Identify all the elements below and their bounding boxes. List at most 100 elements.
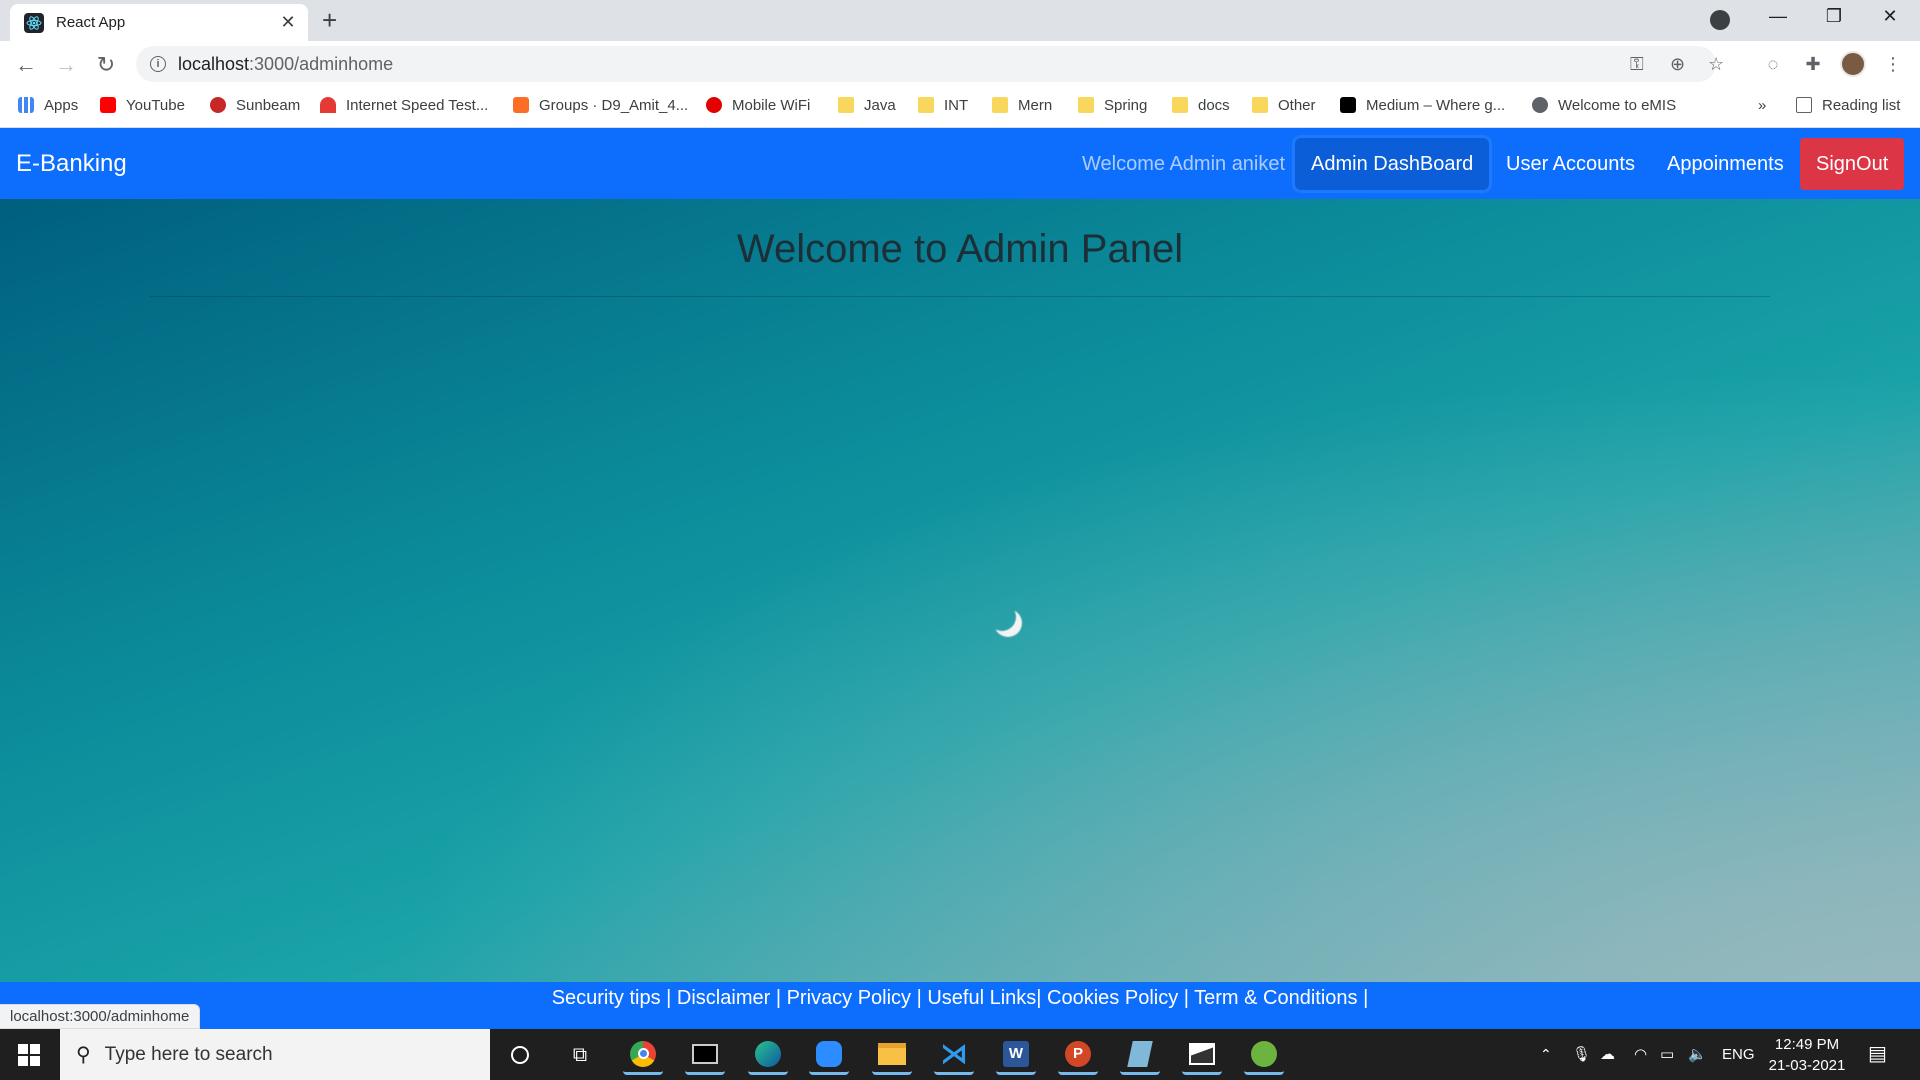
bookmark-label: YouTube xyxy=(126,96,185,114)
notepad-icon[interactable] xyxy=(1120,1035,1160,1075)
tab-title: React App xyxy=(56,14,126,31)
bookmark-label: Internet Speed Test... xyxy=(346,96,489,114)
browser-tab[interactable]: React App ✕ xyxy=(10,4,308,41)
tray-chevron-icon[interactable]: ⌃ xyxy=(1540,1029,1552,1080)
status-bar-url: localhost:3000/adminhome xyxy=(0,1004,201,1029)
close-window-button[interactable]: ✕ xyxy=(1870,6,1910,27)
back-button[interactable]: ← xyxy=(12,51,40,79)
nav-user-accounts[interactable]: User Accounts xyxy=(1490,138,1651,190)
profile-avatar[interactable] xyxy=(1840,51,1866,77)
photos-icon[interactable] xyxy=(1182,1035,1222,1075)
bookmark-folder-spring[interactable]: Spring xyxy=(1078,88,1147,122)
browser-toolbar: ← → ↻ i localhost:3000/adminhome ⚿ ⊕ ☆ ◌… xyxy=(0,41,1920,88)
onedrive-icon[interactable]: ☁ xyxy=(1600,1029,1615,1080)
bookmark-youtube[interactable]: YouTube xyxy=(100,88,185,122)
react-icon xyxy=(24,12,44,33)
file-explorer-icon[interactable] xyxy=(872,1035,912,1075)
bookmark-label: Mern xyxy=(1018,96,1053,114)
cortana-icon[interactable] xyxy=(500,1035,540,1075)
task-view-icon[interactable]: ⧉ xyxy=(560,1035,600,1075)
reload-button[interactable]: ↻ xyxy=(92,51,120,79)
volume-icon[interactable]: 🔈 xyxy=(1688,1029,1707,1080)
folder-icon xyxy=(918,97,934,113)
terminal-icon[interactable] xyxy=(685,1035,725,1075)
new-tab-button[interactable]: + xyxy=(322,7,337,33)
zoom-app-icon[interactable] xyxy=(809,1035,849,1075)
chrome-icon[interactable] xyxy=(623,1035,663,1075)
sunbeam-icon xyxy=(210,97,226,113)
vscode-icon[interactable]: ⋊ xyxy=(934,1035,974,1075)
bookmark-label: Groups · D9_Amit_4... xyxy=(539,96,689,114)
edge-icon[interactable] xyxy=(748,1035,788,1075)
folder-icon xyxy=(1172,97,1188,113)
folder-icon xyxy=(1078,97,1094,113)
bookmark-mobile-wifi[interactable]: Mobile WiFi xyxy=(706,88,810,122)
bookmark-folder-java[interactable]: Java xyxy=(838,88,896,122)
notifications-icon[interactable]: ▤ xyxy=(1868,1029,1887,1080)
apps-grid-icon xyxy=(18,97,34,113)
word-icon[interactable]: W xyxy=(996,1035,1036,1075)
battery-icon[interactable]: ▭ xyxy=(1660,1029,1674,1080)
microphone-icon[interactable]: 🎙 xyxy=(1572,1029,1591,1080)
more-bookmarks-button[interactable]: » xyxy=(1758,88,1766,122)
page-title: Welcome to Admin Panel xyxy=(736,227,1184,271)
close-tab-icon[interactable]: ✕ xyxy=(278,12,298,33)
minimize-button[interactable]: — xyxy=(1758,6,1798,27)
site-info-icon[interactable]: i xyxy=(150,56,166,72)
signout-button[interactable]: SignOut xyxy=(1800,138,1905,190)
bookmark-emis[interactable]: Welcome to eMIS xyxy=(1532,88,1676,122)
tab-search-icon[interactable] xyxy=(1710,10,1730,30)
bookmark-medium[interactable]: Medium – Where g... xyxy=(1340,88,1505,122)
bookmark-speedtest[interactable]: Internet Speed Test... xyxy=(320,88,488,122)
bookmark-label: INT xyxy=(944,96,969,114)
search-icon: ⚲ xyxy=(76,1044,91,1066)
extension-icon[interactable]: ◌ xyxy=(1760,51,1786,77)
app-footer: Security tips | Disclaimer | Privacy Pol… xyxy=(0,982,1920,1029)
address-bar[interactable]: i localhost:3000/adminhome ⚿ ⊕ ☆ xyxy=(136,46,1724,82)
bookmark-folder-mern[interactable]: Mern xyxy=(992,88,1052,122)
bookmark-label: Other xyxy=(1278,96,1316,114)
moon-decoration xyxy=(988,603,1016,631)
powerpoint-icon[interactable]: P xyxy=(1058,1035,1098,1075)
menu-kebab-icon[interactable]: ⋮ xyxy=(1880,51,1906,77)
puzzle-icon[interactable]: ✚ xyxy=(1800,51,1826,77)
footer-links[interactable]: Security tips | Disclaimer | Privacy Pol… xyxy=(0,982,1920,1014)
brand-logo[interactable]: E-Banking xyxy=(16,128,127,199)
bookmark-folder-other[interactable]: Other xyxy=(1252,88,1316,122)
zoom-icon[interactable]: ⊕ xyxy=(1670,54,1685,75)
taskbar-search-box[interactable]: ⚲ Type here to search xyxy=(60,1029,490,1080)
clock-date: 21-03-2021 xyxy=(1768,1057,1846,1074)
nav-admin-dashboard[interactable]: Admin DashBoard xyxy=(1295,138,1490,190)
nav-appointments[interactable]: Appoinments xyxy=(1651,138,1800,190)
forward-button[interactable]: → xyxy=(52,51,80,79)
browser-tab-strip: React App ✕ + — ❐ ✕ xyxy=(0,0,1920,41)
clock-time: 12:49 PM xyxy=(1774,1036,1840,1053)
bookmark-folder-docs[interactable]: docs xyxy=(1172,88,1230,122)
welcome-admin-text: Welcome Admin aniket xyxy=(1082,153,1286,175)
system-clock[interactable]: 12:49 PM 21-03-2021 xyxy=(1762,1034,1852,1076)
folder-icon xyxy=(992,97,1008,113)
bookmark-apps[interactable]: Apps xyxy=(18,88,78,122)
bookmark-star-icon[interactable]: ☆ xyxy=(1708,54,1724,75)
restore-button[interactable]: ❐ xyxy=(1814,6,1854,27)
key-icon[interactable]: ⚿ xyxy=(1630,54,1644,75)
bookmark-gitlab[interactable]: Groups · D9_Amit_4... xyxy=(513,88,688,122)
title-divider xyxy=(150,296,1770,297)
folder-icon xyxy=(1252,97,1268,113)
spring-tool-icon[interactable] xyxy=(1244,1035,1284,1075)
windows-start-icon[interactable] xyxy=(18,1044,40,1066)
airtel-icon xyxy=(706,97,722,113)
app-navbar: E-Banking Welcome Admin aniket Admin Das… xyxy=(0,128,1920,199)
globe-icon xyxy=(1532,97,1548,113)
wifi-icon[interactable]: ◠ xyxy=(1634,1029,1647,1080)
reading-list-button[interactable]: Reading list xyxy=(1796,88,1900,122)
bookmark-sunbeam[interactable]: Sunbeam xyxy=(210,88,300,122)
language-indicator[interactable]: ENG xyxy=(1722,1029,1755,1080)
bookmark-label: Medium – Where g... xyxy=(1366,96,1506,114)
admin-panel-main: Welcome to Admin Panel xyxy=(0,199,1920,982)
bookmark-folder-int[interactable]: INT xyxy=(918,88,968,122)
bookmark-label: Spring xyxy=(1104,96,1148,114)
search-placeholder: Type here to search xyxy=(104,1043,273,1065)
url-host: localhost xyxy=(178,53,250,74)
youtube-icon xyxy=(100,97,116,113)
